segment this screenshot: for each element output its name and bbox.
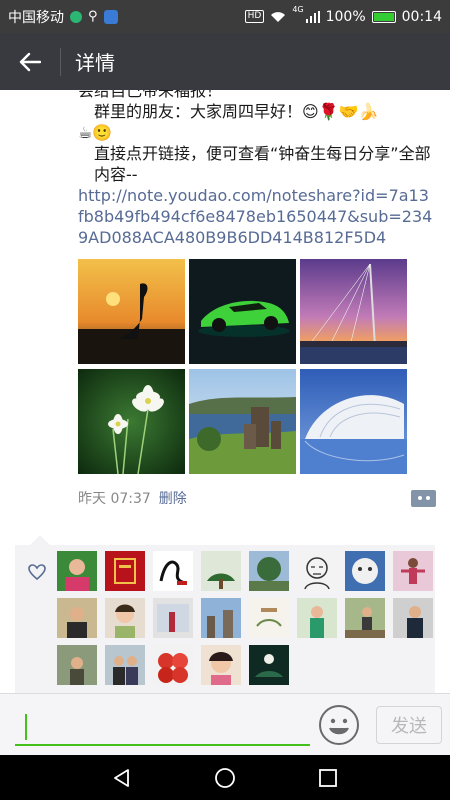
app-notification-icon-blue	[103, 9, 118, 24]
delete-link[interactable]: 删除	[159, 488, 187, 508]
app-bar: 详情	[0, 33, 450, 90]
heart-icon	[28, 564, 46, 580]
hd-icon: HD	[244, 10, 265, 23]
liker-avatar[interactable]	[153, 598, 193, 638]
liker-avatar[interactable]	[57, 598, 97, 638]
liker-avatar[interactable]	[105, 551, 145, 591]
liker-avatar[interactable]	[201, 645, 241, 685]
post-meta: 昨天 07:37 删除	[78, 488, 436, 508]
liker-avatar[interactable]	[393, 551, 433, 591]
photo-modern-building[interactable]	[300, 369, 407, 474]
app-bar-divider	[60, 47, 61, 76]
post-greeting: 群里的朋友：大家周四早好！😊🌹🤝🍌	[94, 102, 379, 121]
likes-caret	[30, 535, 50, 545]
liker-avatar[interactable]	[297, 551, 337, 591]
signal-icon	[305, 10, 320, 23]
liker-avatar[interactable]	[105, 645, 145, 685]
liker-avatar[interactable]	[345, 598, 385, 638]
system-nav-bar	[0, 755, 450, 800]
comment-like-menu-button[interactable]	[411, 489, 436, 507]
liker-avatar[interactable]	[201, 598, 241, 638]
comment-input[interactable]	[15, 706, 310, 746]
liker-avatar[interactable]	[345, 551, 385, 591]
dot-icon	[417, 496, 422, 500]
liker-avatars	[57, 551, 433, 685]
page-title: 详情	[75, 51, 115, 75]
post-time: 昨天 07:37	[78, 491, 151, 507]
photo-white-flowers[interactable]	[78, 369, 185, 474]
liker-avatar[interactable]	[57, 551, 97, 591]
liker-avatar[interactable]	[249, 551, 289, 591]
square-recents-icon	[319, 768, 338, 787]
liker-avatar[interactable]	[393, 598, 433, 638]
app-notification-icon	[70, 10, 82, 23]
nav-back-button[interactable]	[102, 758, 142, 798]
liker-avatar[interactable]	[201, 551, 241, 591]
post-line-top: 会给自己带来福报！	[78, 90, 223, 100]
dot-icon	[425, 496, 430, 500]
liker-avatar[interactable]	[297, 598, 337, 638]
circle-home-icon	[215, 767, 235, 788]
send-button[interactable]: 发送	[376, 706, 442, 744]
liker-avatar[interactable]	[153, 551, 193, 591]
liker-avatar[interactable]	[105, 598, 145, 638]
clock: 00:14	[401, 8, 442, 25]
carrier-name: 中国移动	[8, 9, 64, 26]
post-emoji-line: ☕🙂	[78, 123, 113, 142]
triangle-back-icon	[113, 768, 129, 787]
photo-bridge-sky[interactable]	[300, 259, 407, 364]
post-text: 会给自己带来福报！ 群里的朋友：大家周四早好！😊🌹🤝🍌 ☕🙂 直接点开链接，便可…	[78, 90, 434, 248]
post-detail: 会给自己带来福报！ 群里的朋友：大家周四早好！😊🌹🤝🍌 ☕🙂 直接点开链接，便可…	[0, 90, 450, 693]
post-link[interactable]: http://note.youdao.com/noteshare?id=7a13…	[78, 185, 434, 248]
text-cursor	[25, 714, 27, 740]
battery-percent: 100%	[325, 8, 366, 25]
usb-icon: ⚲	[88, 9, 98, 24]
liker-avatar[interactable]	[249, 598, 289, 638]
network-type: 4G	[292, 4, 304, 14]
emoji-button[interactable]	[318, 704, 360, 746]
liker-avatar[interactable]	[57, 645, 97, 685]
comment-bar: 发送	[0, 693, 450, 755]
battery-icon	[371, 10, 396, 23]
arrow-left-icon	[19, 52, 41, 71]
liker-avatar[interactable]	[249, 645, 289, 685]
post-instruction: 直接点开链接，便可查看“钟奋生每日分享”全部内容--	[94, 144, 431, 184]
photo-sunset-crane[interactable]	[78, 259, 185, 364]
photo-grid	[78, 259, 408, 474]
liker-avatar[interactable]	[153, 645, 193, 685]
back-button[interactable]	[0, 33, 60, 90]
status-bar: 中国移动 ⚲ HD 4G 100% 00:14	[0, 0, 450, 33]
nav-recents-button[interactable]	[308, 758, 348, 798]
photo-green-car[interactable]	[189, 259, 296, 364]
wifi-icon	[271, 11, 286, 22]
nav-home-button[interactable]	[205, 758, 245, 798]
photo-castle-lake[interactable]	[189, 369, 296, 474]
